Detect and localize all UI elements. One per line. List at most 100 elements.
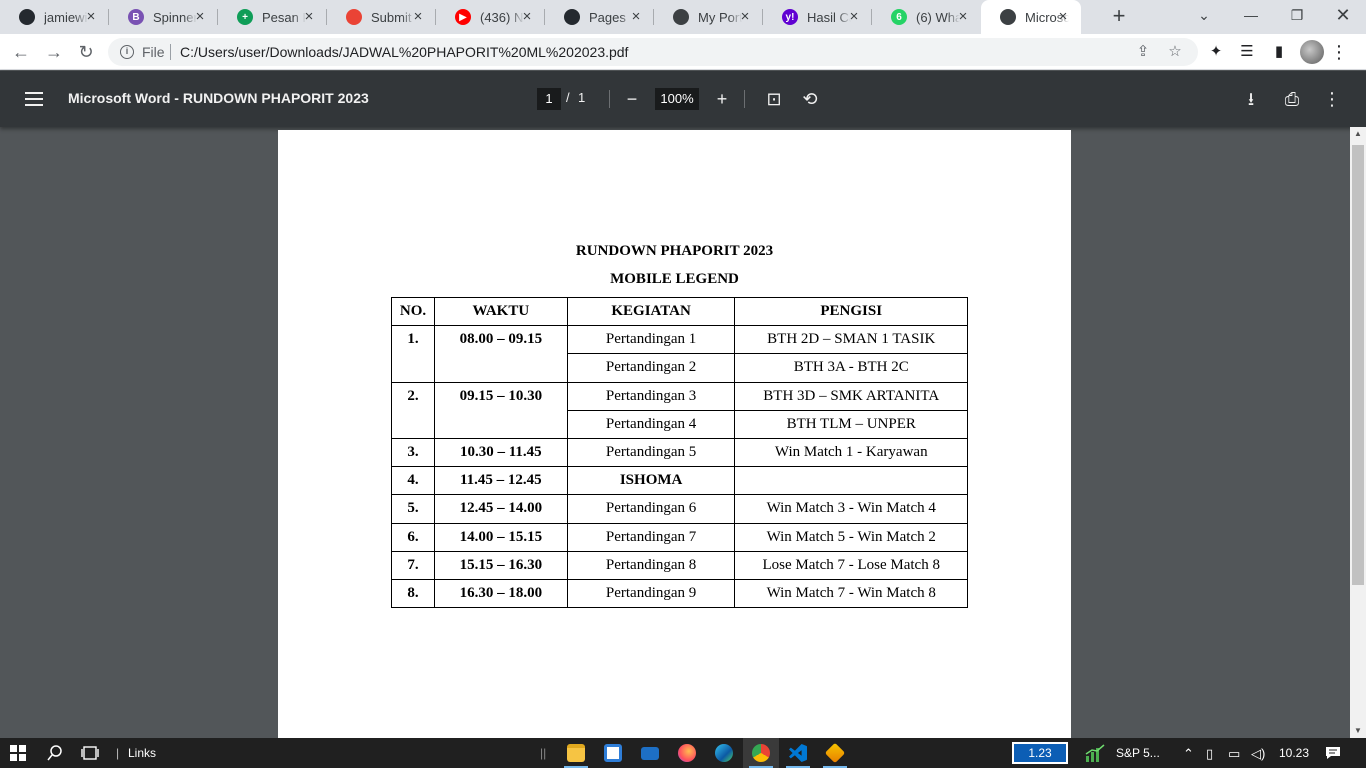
restore-button[interactable]: ❐	[1274, 0, 1320, 30]
browser-tab[interactable]: + Pesan Pc×	[218, 0, 327, 34]
clock[interactable]: 10.23	[1279, 746, 1309, 760]
task-view-icon[interactable]	[72, 738, 108, 768]
print-icon[interactable]: ⎙	[1279, 86, 1305, 112]
extensions-icon[interactable]: ✦	[1203, 39, 1229, 65]
address-divider	[170, 44, 171, 60]
cell-activity: ISHOMA	[566, 466, 736, 496]
close-tab-icon[interactable]: ×	[301, 9, 317, 25]
browser-tab[interactable]: 6 (6) What×	[872, 0, 981, 34]
browser-menu-icon[interactable]: ⋮	[1326, 39, 1352, 65]
close-window-button[interactable]: ✕	[1320, 0, 1366, 30]
cell-no: 8.	[391, 578, 435, 609]
edge-icon[interactable]	[706, 738, 742, 768]
browser-tab[interactable]: My Portf ×	[654, 0, 763, 34]
mail-icon[interactable]	[632, 738, 668, 768]
zoom-out-icon[interactable]: −	[619, 86, 645, 112]
download-icon[interactable]: ⭳	[1238, 86, 1264, 112]
close-tab-icon[interactable]: ×	[1055, 9, 1071, 25]
stock-chart-icon[interactable]	[1080, 738, 1110, 768]
tab-search-icon[interactable]: ⌄	[1181, 0, 1227, 30]
share-icon[interactable]: ⇪	[1133, 42, 1153, 62]
pdf-title: Microsoft Word - RUNDOWN PHAPORIT 2023	[68, 90, 369, 106]
vertical-scrollbar[interactable]: ▲ ▼	[1350, 127, 1366, 738]
zoom-input[interactable]: 100%	[655, 88, 699, 110]
back-button[interactable]: ←	[8, 39, 34, 65]
speaker-icon[interactable]: ◁)	[1251, 746, 1265, 762]
close-tab-icon[interactable]: ×	[192, 9, 208, 25]
close-tab-icon[interactable]: ×	[955, 9, 971, 25]
start-windows-icon[interactable]	[0, 738, 36, 768]
document-subtitle: MOBILE LEGEND	[610, 271, 739, 287]
cell-activity: Pertandingan 2	[566, 353, 736, 383]
stock-ticker-badge[interactable]: 1.23	[1012, 742, 1068, 764]
cell-activity: Pertandingan 6	[566, 494, 736, 524]
cell-no: 2.	[391, 381, 435, 439]
cell-time: 15.15 – 16.30	[433, 550, 568, 580]
site-info-icon[interactable]: i	[120, 45, 134, 59]
globe-icon	[673, 9, 689, 25]
cell-activity: Pertandingan 7	[566, 522, 736, 552]
more-actions-icon[interactable]: ⋮	[1319, 86, 1345, 112]
minimize-button[interactable]: —	[1228, 0, 1274, 30]
vscode-icon[interactable]	[780, 738, 816, 768]
tab-divider	[217, 9, 218, 25]
cell-activity: Pertandingan 1	[566, 325, 736, 355]
table-row: 3. 10.30 – 11.45 Pertandingan 5 Win Match 1…	[391, 437, 968, 468]
rotate-icon[interactable]: ⟲	[797, 86, 823, 112]
page-number-input[interactable]: 1	[537, 88, 561, 110]
tab-title: (6) What	[916, 9, 960, 25]
close-tab-icon[interactable]: ×	[83, 9, 99, 25]
browser-tab[interactable]: ▶ (436) NC×	[436, 0, 545, 34]
browser-tab[interactable]: y! Hasil Ca×	[763, 0, 872, 34]
browser-tab[interactable]: Microso ×	[981, 0, 1081, 34]
close-tab-icon[interactable]: ×	[846, 9, 862, 25]
close-tab-icon[interactable]: ×	[519, 9, 535, 25]
notifications-icon[interactable]	[1316, 738, 1350, 768]
cell-time: 14.00 – 15.15	[433, 522, 568, 552]
cell-time: 10.30 – 11.45	[433, 437, 568, 468]
table-row: 5. 12.45 – 14.00 Pertandingan 6 Win Match 3…	[391, 494, 968, 524]
url-text[interactable]: C:/Users/user/Downloads/JADWAL%20PHAPORI…	[180, 44, 628, 60]
reload-button[interactable]: ↻	[73, 39, 99, 65]
forward-button[interactable]: →	[41, 39, 67, 65]
cell-time: 11.45 – 12.45	[433, 466, 568, 496]
close-tab-icon[interactable]: ×	[737, 9, 753, 25]
links-toolbar[interactable]: Links	[128, 746, 156, 760]
new-tab-button[interactable]: +	[1106, 5, 1132, 29]
firefox-icon[interactable]	[669, 738, 705, 768]
scroll-up-icon[interactable]: ▲	[1350, 127, 1366, 141]
globe-icon	[1000, 9, 1016, 25]
search-icon[interactable]	[37, 738, 73, 768]
cell-activity: Pertandingan 3	[566, 381, 736, 411]
close-tab-icon[interactable]: ×	[410, 9, 426, 25]
app-icon[interactable]	[817, 738, 853, 768]
bookmark-star-icon[interactable]: ☆	[1165, 42, 1185, 62]
battery-icon[interactable]: ▭	[1228, 746, 1240, 762]
chrome-icon[interactable]	[743, 738, 779, 768]
scroll-thumb[interactable]	[1352, 145, 1364, 585]
device-icon[interactable]: ▯	[1206, 746, 1213, 762]
toolbar-divider	[744, 90, 745, 108]
browser-tab[interactable]: Pages ×	[545, 0, 654, 34]
browser-tab[interactable]: Submit F×	[327, 0, 436, 34]
file-explorer-icon[interactable]	[558, 738, 594, 768]
browser-tab[interactable]: B Spinners×	[109, 0, 218, 34]
zoom-in-icon[interactable]: +	[709, 86, 735, 112]
profile-avatar[interactable]	[1300, 40, 1324, 64]
hamburger-menu-icon[interactable]	[24, 89, 44, 109]
cell-no: 6.	[391, 522, 435, 552]
side-panel-icon[interactable]: ▮	[1266, 39, 1292, 65]
scroll-down-icon[interactable]: ▼	[1350, 724, 1366, 738]
store-icon[interactable]	[595, 738, 631, 768]
tab-divider	[871, 9, 872, 25]
reading-list-icon[interactable]: ☰	[1234, 39, 1260, 65]
chevron-up-icon[interactable]: ⌃	[1183, 746, 1194, 762]
close-tab-icon[interactable]: ×	[628, 9, 644, 25]
browser-tab[interactable]: jamiewil ×	[0, 0, 109, 34]
fit-to-page-icon[interactable]: ⊡	[761, 86, 787, 112]
stock-label[interactable]: S&P 5...	[1116, 746, 1160, 760]
sheets-icon: +	[237, 9, 253, 25]
address-bar[interactable]: i File C:/Users/user/Downloads/JADWAL%20…	[108, 38, 1198, 66]
document-title: RUNDOWN PHAPORIT 2023	[575, 243, 774, 259]
cell-no: 5.	[391, 494, 435, 524]
